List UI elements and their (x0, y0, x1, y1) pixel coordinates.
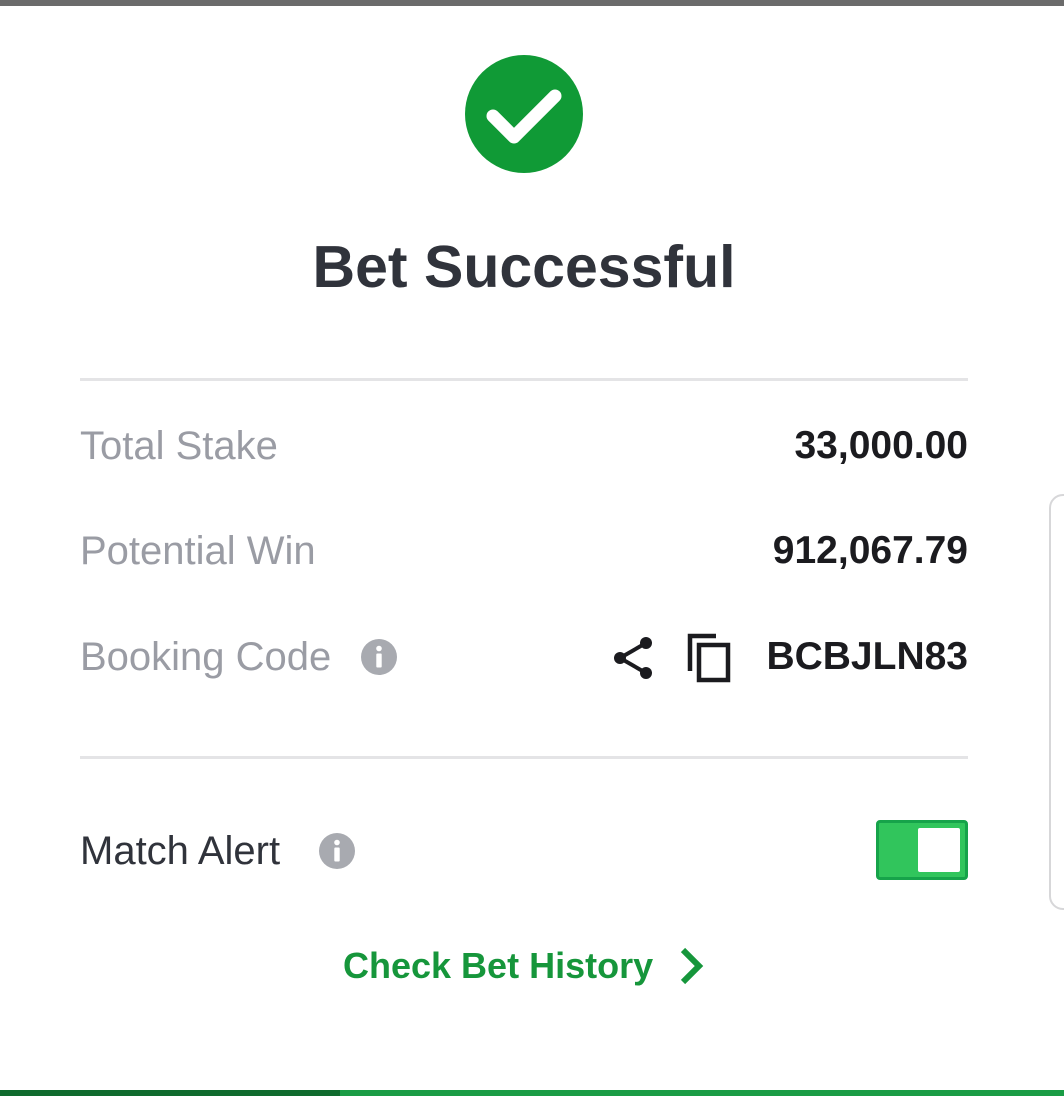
toggle-knob (918, 828, 960, 872)
booking-code-row: Booking Code BCBJLN83 (80, 629, 968, 685)
potential-win-row: Potential Win 912,067.79 (80, 523, 968, 579)
total-stake-label: Total Stake (80, 424, 278, 468)
copy-icon[interactable] (684, 631, 736, 683)
booking-code-label: Booking Code (80, 635, 332, 679)
info-icon[interactable] (318, 832, 356, 870)
divider (80, 756, 968, 759)
check-circle-icon (465, 55, 583, 173)
bet-success-dialog: Bet Successful Total Stake 33,000.00 Pot… (0, 6, 1064, 1090)
divider (80, 378, 968, 381)
info-icon[interactable] (360, 638, 398, 676)
chevron-right-icon (680, 947, 703, 985)
share-icon[interactable] (610, 635, 656, 681)
total-stake-row: Total Stake 33,000.00 (80, 418, 968, 474)
check-bet-history-label: Check Bet History (343, 945, 654, 986)
potential-win-value: 912,067.79 (772, 529, 968, 572)
page-title: Bet Successful (312, 234, 736, 300)
booking-code-value[interactable]: BCBJLN83 (766, 629, 968, 685)
match-alert-toggle[interactable] (876, 820, 968, 880)
match-alert-label: Match Alert (80, 829, 281, 873)
total-stake-value: 33,000.00 (794, 424, 968, 467)
match-alert-row: Match Alert (80, 818, 968, 884)
check-bet-history-link[interactable]: Check Bet History (343, 936, 708, 996)
side-panel-edge (1049, 494, 1064, 910)
potential-win-label: Potential Win (80, 529, 316, 573)
bottom-accent-bar (0, 1090, 1064, 1096)
